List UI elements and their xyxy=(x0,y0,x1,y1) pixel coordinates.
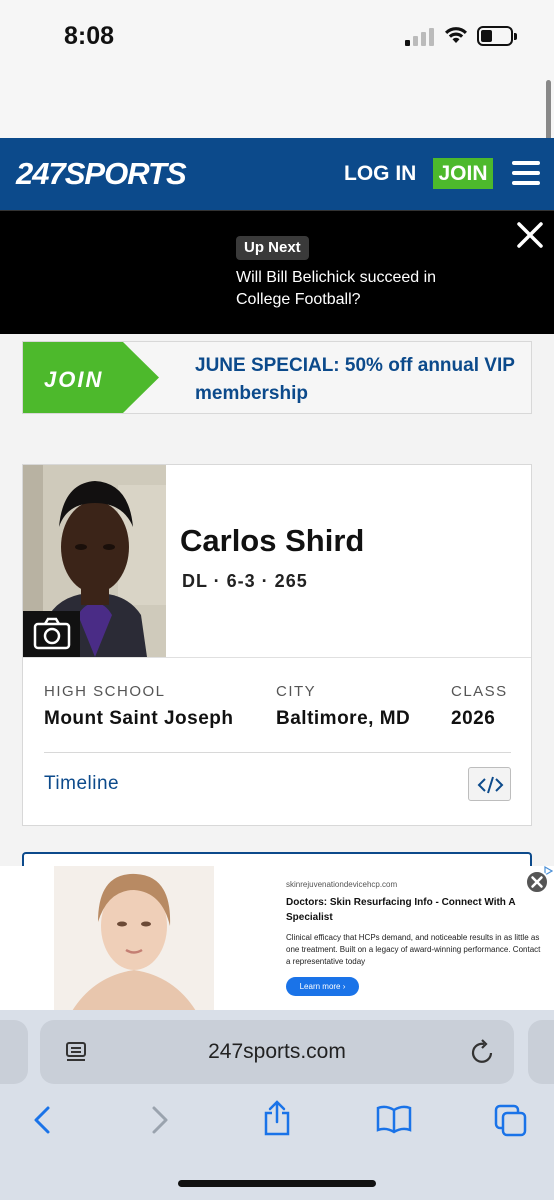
close-icon[interactable] xyxy=(515,220,545,250)
code-icon xyxy=(477,776,504,794)
ad-domain: skinrejuvenationdevicehcp.com xyxy=(286,880,398,889)
status-time: 8:08 xyxy=(64,22,115,50)
high-school-value[interactable]: Mount Saint Joseph xyxy=(44,708,234,730)
menu-icon[interactable] xyxy=(512,161,540,185)
up-next-banner[interactable]: Up Next Will Bill Belichick succeed in C… xyxy=(0,210,554,334)
reload-icon[interactable] xyxy=(470,1038,496,1066)
class-label: CLASS xyxy=(451,683,508,700)
embed-code-button[interactable] xyxy=(468,767,511,801)
player-position-size: DL · 6-3 · 265 xyxy=(182,571,308,591)
city-label: CITY xyxy=(276,683,317,700)
promo-join-label: JOIN xyxy=(44,367,104,392)
ad-learn-more-button[interactable]: Learn more › xyxy=(286,977,359,996)
status-bar: 8:08 xyxy=(0,0,554,160)
timeline-link[interactable]: Timeline xyxy=(44,773,119,795)
wifi-icon xyxy=(445,27,467,43)
ad-close-icon[interactable] xyxy=(525,870,549,894)
ad-body: Clinical efficacy that HCPs demand, and … xyxy=(286,933,541,966)
tabs-icon[interactable] xyxy=(494,1104,528,1138)
url-text[interactable]: 247sports.com xyxy=(40,1040,514,1064)
browser-toolbar: 247sports.com xyxy=(0,1010,554,1200)
bookmarks-icon[interactable] xyxy=(376,1104,412,1134)
ad-image[interactable] xyxy=(54,866,214,1011)
camera-icon[interactable] xyxy=(23,611,80,657)
player-photo[interactable] xyxy=(23,465,166,657)
home-indicator[interactable] xyxy=(178,1180,376,1187)
up-next-badge: Up Next xyxy=(236,236,309,260)
login-button[interactable]: LOG IN xyxy=(344,162,416,186)
previous-tab-preview[interactable] xyxy=(0,1020,28,1084)
divider xyxy=(44,752,511,753)
promo-text[interactable]: JUNE SPECIAL: 50% off annual VIP members… xyxy=(195,352,515,408)
next-tab-preview[interactable] xyxy=(528,1020,554,1084)
join-button[interactable]: JOIN xyxy=(433,158,493,189)
advertisement[interactable]: skinrejuvenationdevicehcp.com Doctors: S… xyxy=(0,866,554,1011)
battery-icon xyxy=(477,26,517,46)
forward-icon[interactable] xyxy=(148,1104,172,1136)
logo-word: SPORTS xyxy=(64,156,187,191)
player-name: Carlos Shird xyxy=(180,523,365,558)
page: 8:08 247SPORTS LOG IN JOIN Up Next Will xyxy=(0,0,554,1200)
share-icon[interactable] xyxy=(262,1100,292,1136)
class-value: 2026 xyxy=(451,708,496,729)
address-bar[interactable]: 247sports.com xyxy=(40,1020,514,1084)
247sports-logo[interactable]: 247SPORTS xyxy=(16,156,187,192)
join-promo-banner[interactable]: JOIN JUNE SPECIAL: 50% off annual VIP me… xyxy=(22,341,532,414)
player-card: Carlos Shird DL · 6-3 · 265 HIGH SCHOOL … xyxy=(22,464,532,826)
divider xyxy=(23,657,531,658)
city-value: Baltimore, MD xyxy=(276,708,411,729)
site-header: 247SPORTS LOG IN JOIN xyxy=(0,138,554,210)
back-icon[interactable] xyxy=(30,1104,54,1136)
cellular-signal-icon xyxy=(405,28,435,46)
ad-title[interactable]: Doctors: Skin Resurfacing Info - Connect… xyxy=(286,895,531,925)
high-school-label: HIGH SCHOOL xyxy=(44,683,166,700)
logo-number: 247 xyxy=(16,156,66,191)
up-next-title[interactable]: Will Bill Belichick succeed in College F… xyxy=(236,267,466,311)
